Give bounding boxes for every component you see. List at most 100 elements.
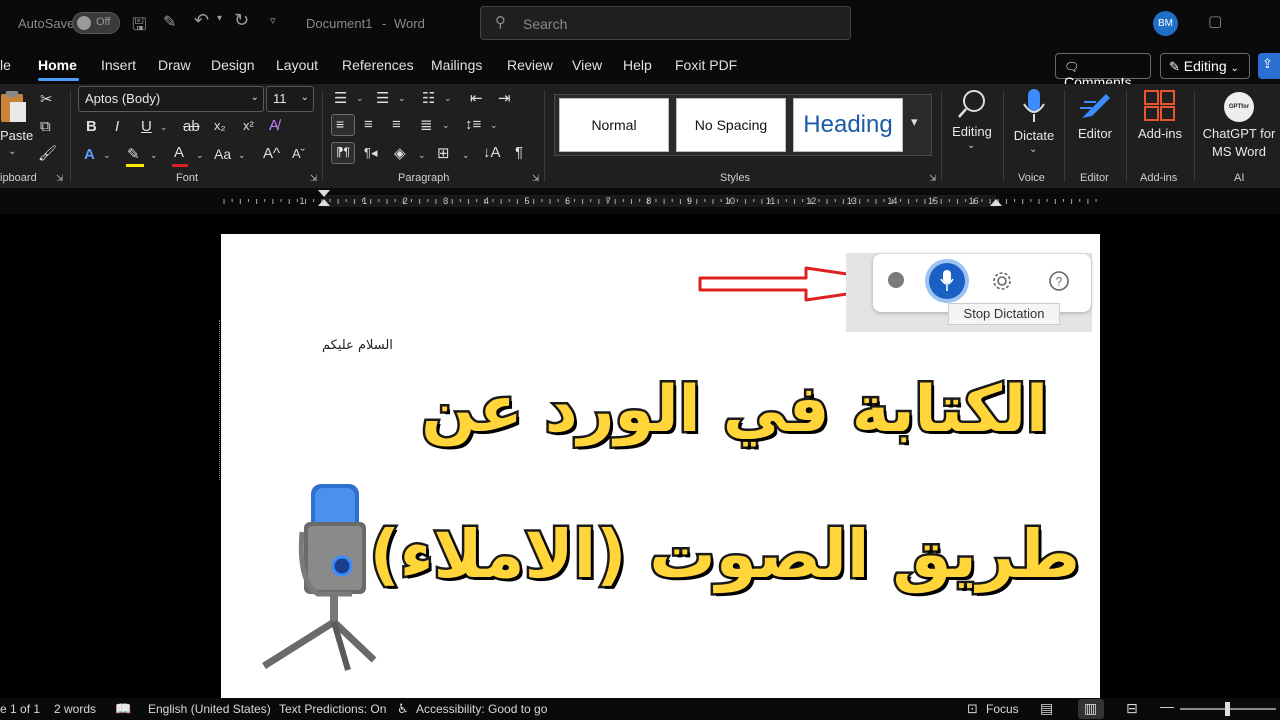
text-effects-dropdown-icon[interactable]: ⌄ [103, 150, 111, 161]
borders-icon[interactable]: ⊞ [437, 144, 450, 162]
line-spacing-icon[interactable]: ↕≡ [465, 116, 481, 133]
accessibility-icon[interactable]: ♿ [397, 701, 409, 717]
tab-layout[interactable]: Layout [276, 57, 318, 73]
focus-label[interactable]: Focus [986, 702, 1019, 716]
tab-help[interactable]: Help [623, 57, 652, 73]
line-spacing-dropdown-icon[interactable]: ⌄ [490, 120, 498, 131]
multilevel-list-icon[interactable]: ☷ [422, 89, 435, 107]
focus-icon[interactable]: ⊡ [967, 701, 978, 717]
share-button[interactable]: ⇪ [1258, 53, 1280, 79]
highlight-icon[interactable]: ✎ [127, 145, 140, 163]
change-case-icon[interactable]: Aa [214, 146, 231, 162]
ltr-button[interactable]: ⁋¶ [331, 142, 355, 164]
tab-insert[interactable]: Insert [101, 57, 136, 73]
undo-dropdown-icon[interactable]: ▾ [217, 13, 222, 24]
text-effects-icon[interactable]: A [84, 146, 95, 163]
rtl-icon[interactable]: ¶◂ [364, 145, 378, 161]
align-left-button[interactable]: ≡ [331, 114, 355, 136]
proofing-icon[interactable]: 📖 [115, 701, 131, 717]
clipboard-launcher-icon[interactable]: ⇲ [56, 173, 64, 184]
draw-icon[interactable]: ✎ [163, 12, 176, 32]
language-status[interactable]: English (United States) [148, 702, 271, 716]
grow-font-icon[interactable]: A^ [263, 145, 280, 162]
align-right-icon[interactable]: ≡ [392, 116, 401, 133]
search-box[interactable]: ⚲ Search [480, 6, 851, 40]
shading-icon[interactable]: ◈ [394, 144, 406, 162]
user-avatar[interactable]: BM [1153, 11, 1178, 36]
decrease-indent-icon[interactable]: ⇤ [470, 89, 483, 107]
tab-view[interactable]: View [572, 57, 602, 73]
shrink-font-icon[interactable]: Aˇ [292, 146, 305, 161]
tab-references[interactable]: References [342, 57, 414, 73]
redo-icon[interactable]: ↻ [234, 10, 249, 31]
bullets-dropdown-icon[interactable]: ⌄ [356, 93, 364, 104]
styles-more-button[interactable]: ▾ [906, 98, 928, 152]
save-icon[interactable]: 🖫 [132, 12, 146, 41]
read-mode-icon[interactable]: ▤ [1040, 700, 1053, 717]
settings-gear-icon[interactable] [991, 270, 1013, 292]
highlight-dropdown-icon[interactable]: ⌄ [150, 150, 158, 161]
editor-button[interactable]: Editor [1068, 86, 1122, 160]
subscript-icon[interactable]: x₂ [214, 118, 226, 133]
dictate-button[interactable]: Dictate ⌄ [1008, 86, 1060, 162]
change-case-dropdown-icon[interactable]: ⌄ [238, 150, 246, 161]
shading-dropdown-icon[interactable]: ⌄ [418, 150, 426, 161]
sort-icon[interactable]: ↓A [483, 144, 501, 161]
comments-button[interactable]: 🗨 Comments [1055, 53, 1151, 90]
font-size-select[interactable]: 11 ⌄ [266, 86, 314, 112]
tab-file[interactable]: le [0, 57, 11, 73]
justify-icon[interactable]: ≣ [420, 116, 433, 134]
styles-launcher-icon[interactable]: ⇲ [929, 173, 937, 184]
stop-dictation-button[interactable] [929, 263, 965, 299]
editing-button[interactable]: Editing ⌄ [946, 86, 998, 160]
font-color-icon[interactable]: A [174, 144, 184, 161]
copy-icon[interactable]: ⧉ [40, 118, 51, 135]
zoom-slider-thumb[interactable] [1225, 702, 1230, 716]
align-center-icon[interactable]: ≡ [364, 116, 373, 133]
tab-foxit-pdf[interactable]: Foxit PDF [675, 57, 737, 73]
chatgpt-for-word-button[interactable]: GPTfor Word ChatGPT for MS Word [1198, 86, 1280, 166]
editing-mode-button[interactable]: ✎ Editing ⌄ [1160, 53, 1250, 79]
customize-toolbar-icon[interactable]: ▿ [270, 14, 276, 27]
increase-indent-icon[interactable]: ⇥ [498, 89, 511, 107]
help-icon[interactable]: ? [1048, 270, 1070, 292]
cut-icon[interactable]: ✂ [40, 90, 53, 108]
tab-mailings[interactable]: Mailings [431, 57, 482, 73]
borders-dropdown-icon[interactable]: ⌄ [462, 150, 470, 161]
page-count[interactable]: e 1 of 1 [0, 702, 40, 716]
word-count[interactable]: 2 words [54, 702, 96, 716]
strikethrough-icon[interactable]: ab [183, 118, 200, 135]
text-predictions-status[interactable]: Text Predictions: On [279, 702, 386, 716]
show-marks-icon[interactable]: ¶ [515, 144, 523, 161]
italic-icon[interactable]: I [115, 118, 119, 135]
bullets-icon[interactable]: ☰ [334, 89, 347, 107]
paste-dropdown-icon[interactable]: ⌄ [8, 146, 16, 157]
style-heading[interactable]: Heading [793, 98, 903, 152]
paragraph-launcher-icon[interactable]: ⇲ [532, 173, 540, 184]
tab-review[interactable]: Review [507, 57, 553, 73]
multilevel-dropdown-icon[interactable]: ⌄ [444, 93, 452, 104]
tab-draw[interactable]: Draw [158, 57, 191, 73]
tab-home[interactable]: Home [38, 57, 77, 73]
superscript-icon[interactable]: x² [243, 118, 254, 133]
bold-icon[interactable]: B [86, 118, 97, 135]
paste-button[interactable] [0, 90, 30, 124]
autosave-toggle[interactable]: Off [72, 12, 120, 34]
tab-design[interactable]: Design [211, 57, 255, 73]
font-color-dropdown-icon[interactable]: ⌄ [196, 150, 204, 161]
clear-formatting-icon[interactable]: A̸ [269, 117, 279, 134]
style-normal[interactable]: Normal [559, 98, 669, 152]
underline-dropdown-icon[interactable]: ⌄ [160, 122, 168, 133]
print-layout-button[interactable]: ▥ [1078, 699, 1104, 719]
add-ins-button[interactable]: Add-ins [1130, 86, 1190, 160]
font-launcher-icon[interactable]: ⇲ [310, 173, 318, 184]
numbering-icon[interactable]: ☰ [376, 89, 389, 107]
collapse-toolbar-icon[interactable] [888, 272, 904, 288]
numbering-dropdown-icon[interactable]: ⌄ [398, 93, 406, 104]
font-name-select[interactable]: Aptos (Body) ⌄ [78, 86, 264, 112]
accessibility-status[interactable]: Accessibility: Good to go [416, 702, 547, 716]
restore-window-icon[interactable]: ▢ [1208, 12, 1222, 30]
underline-icon[interactable]: U [141, 118, 152, 135]
web-layout-icon[interactable]: ⊟ [1126, 700, 1138, 717]
justify-dropdown-icon[interactable]: ⌄ [442, 120, 450, 131]
